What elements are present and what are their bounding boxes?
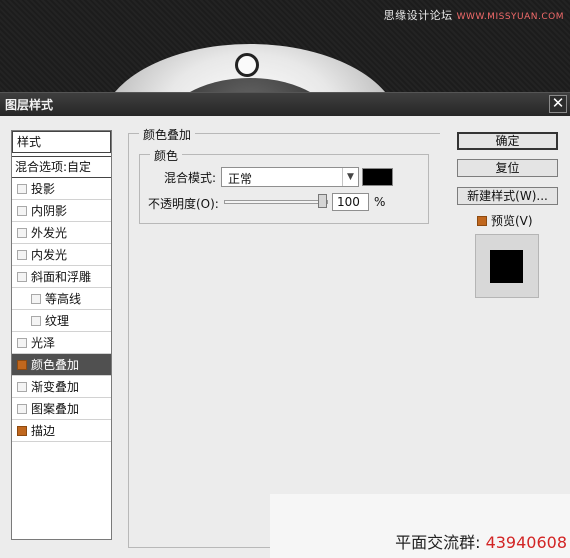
effect-checkbox[interactable] xyxy=(17,227,27,238)
effect-checkbox[interactable] xyxy=(17,337,27,348)
effect-label: 光泽 xyxy=(31,336,56,350)
opacity-slider-thumb[interactable] xyxy=(318,194,327,208)
effect-label: 投影 xyxy=(31,182,56,196)
effect-label: 纹理 xyxy=(45,314,70,328)
preview-label: 预览(V) xyxy=(491,214,533,228)
effect-checkbox[interactable] xyxy=(17,249,27,260)
effect-item[interactable]: 纹理 xyxy=(12,310,111,332)
percent-sign: % xyxy=(374,195,386,209)
effect-label: 描边 xyxy=(31,424,56,438)
footer-label: 平面交流群: xyxy=(395,533,481,552)
effect-checkbox[interactable] xyxy=(17,271,27,282)
blend-mode-select[interactable]: 正常 ▼ xyxy=(221,167,359,187)
effect-label: 内发光 xyxy=(31,248,68,262)
effect-item[interactable]: 光泽 xyxy=(12,332,111,354)
effect-checkbox[interactable] xyxy=(31,315,41,326)
layer-style-dialog: 样式 混合选项:自定 投影 内阴影 外发光 内发光 斜面和浮雕 等高线 纹理 光泽 颜色叠加 渐变… xyxy=(0,116,570,558)
style-list-panel: 样式 混合选项:自定 投影内阴影外发光内发光斜面和浮雕等高线纹理光泽颜色叠加渐变… xyxy=(11,130,112,540)
preview-swatch xyxy=(490,250,523,283)
effect-checkbox[interactable] xyxy=(17,205,27,216)
effect-label: 颜色叠加 xyxy=(31,358,80,372)
blend-mode-value: 正常 xyxy=(228,172,253,186)
blend-mode-label: 混合模式: xyxy=(164,171,217,185)
effect-label: 外发光 xyxy=(31,226,68,240)
style-preview-thumbnail xyxy=(475,234,539,298)
effect-checkbox[interactable] xyxy=(17,425,27,436)
effect-item[interactable]: 斜面和浮雕 xyxy=(12,266,111,288)
effect-item[interactable]: 内阴影 xyxy=(12,200,111,222)
close-icon: ✕ xyxy=(551,94,565,112)
effect-item[interactable]: 外发光 xyxy=(12,222,111,244)
opacity-input[interactable]: 100 xyxy=(332,193,369,211)
opacity-slider-track[interactable] xyxy=(224,200,328,204)
effect-item[interactable]: 内发光 xyxy=(12,244,111,266)
overlay-color-swatch[interactable] xyxy=(362,168,393,186)
subgroup-title: 颜色 xyxy=(150,147,183,164)
effect-item[interactable]: 图案叠加 xyxy=(12,398,111,420)
canvas-backdrop: 思缘设计论坛 WWW.MISSYUAN.COM xyxy=(0,0,570,92)
dialog-titlebar: 图层样式 ✕ xyxy=(0,92,570,116)
top-watermark: 思缘设计论坛 WWW.MISSYUAN.COM xyxy=(384,7,564,23)
chevron-down-icon: ▼ xyxy=(342,168,358,186)
watermark-text: 思缘设计论坛 xyxy=(383,9,453,22)
styles-header[interactable]: 样式 xyxy=(12,131,111,153)
knob-graphic xyxy=(235,53,259,77)
effect-item[interactable]: 渐变叠加 xyxy=(12,376,111,398)
dialog-title: 图层样式 xyxy=(5,98,54,112)
watermark-site: WWW.MISSYUAN.COM xyxy=(456,12,564,22)
color-subgroup: 颜色 混合模式: 正常 ▼ 不透明度(O): 100 % xyxy=(139,147,429,224)
preview-checkbox[interactable] xyxy=(477,215,487,226)
reset-button[interactable]: 复位 xyxy=(457,159,558,177)
effect-item[interactable]: 投影 xyxy=(12,178,111,200)
effect-checkbox[interactable] xyxy=(31,293,41,304)
opacity-label: 不透明度(O): xyxy=(148,197,219,211)
group-title: 颜色叠加 xyxy=(139,126,196,143)
footer-number: 43940608 xyxy=(485,533,567,552)
ok-button[interactable]: 确定 xyxy=(457,132,558,150)
new-style-button[interactable]: 新建样式(W)... xyxy=(457,187,558,205)
footer-watermark: 平面交流群: 43940608 xyxy=(270,494,570,558)
effect-checkbox[interactable] xyxy=(17,381,27,392)
effect-item[interactable]: 等高线 xyxy=(12,288,111,310)
color-overlay-group: 颜色叠加 颜色 混合模式: 正常 ▼ 不透明度(O): 100 % xyxy=(128,126,440,548)
effect-item[interactable]: 颜色叠加 xyxy=(12,354,111,376)
effect-checkbox[interactable] xyxy=(17,183,27,194)
preview-toggle[interactable]: 预览(V) xyxy=(477,212,533,229)
effect-label: 内阴影 xyxy=(31,204,68,218)
effect-checkbox[interactable] xyxy=(17,359,27,370)
blend-options-item[interactable]: 混合选项:自定 xyxy=(12,156,111,178)
effect-label: 等高线 xyxy=(45,292,82,306)
close-button[interactable]: ✕ xyxy=(549,95,567,113)
effect-label: 渐变叠加 xyxy=(31,380,80,394)
effect-label: 图案叠加 xyxy=(31,402,80,416)
effect-item[interactable]: 描边 xyxy=(12,420,111,442)
effect-checkbox[interactable] xyxy=(17,403,27,414)
footer-text: 平面交流群: 43940608 xyxy=(395,529,567,553)
effect-label: 斜面和浮雕 xyxy=(31,270,92,284)
